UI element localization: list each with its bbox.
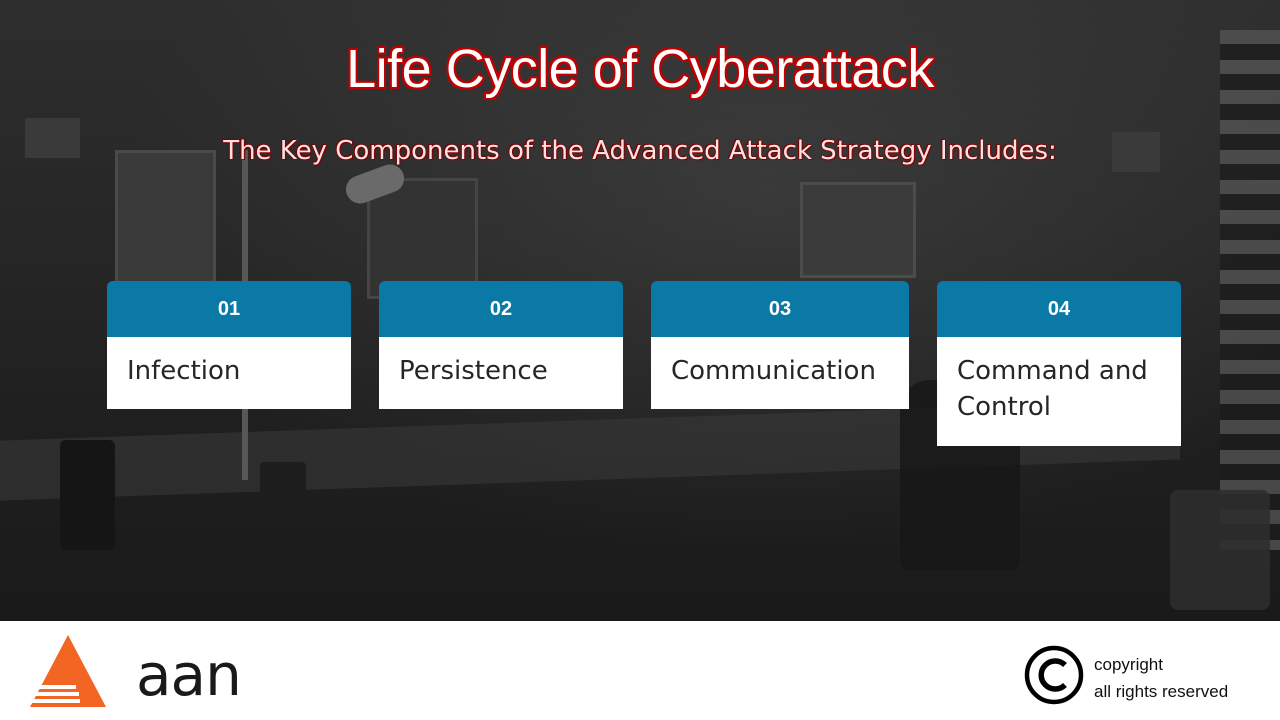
copyright-notice: copyright all rights reserved (1094, 651, 1228, 705)
background-poster (115, 150, 216, 296)
step-label: Infection (107, 337, 351, 409)
step-card-2: 02 Persistence (379, 281, 623, 409)
background-poster (800, 182, 916, 278)
step-card-4: 04 Command and Control (937, 281, 1181, 446)
slide-subtitle: The Key Components of the Advanced Attac… (223, 136, 1057, 166)
copyright-icon (1024, 645, 1084, 705)
step-number: 03 (651, 281, 909, 337)
background-window-blinds (1220, 30, 1280, 550)
background-bag (1170, 490, 1270, 610)
step-number: 02 (379, 281, 623, 337)
copyright-line: copyright (1094, 655, 1163, 674)
step-number: 01 (107, 281, 351, 337)
rights-line: all rights reserved (1094, 682, 1229, 701)
slide-background: Life Cycle of Cyberattack The Key Compon… (0, 0, 1280, 621)
step-label: Communication (651, 337, 909, 409)
background-cup (260, 462, 306, 502)
step-card-3: 03 Communication (651, 281, 909, 409)
step-label: Persistence (379, 337, 623, 409)
step-card-1: 01 Infection (107, 281, 351, 409)
logo-wordmark: aan (136, 641, 242, 709)
footer-bar: aan copyright all rights reserved (0, 621, 1280, 720)
slide-title: Life Cycle of Cyberattack (346, 39, 934, 99)
step-number: 04 (937, 281, 1181, 337)
background-bin (60, 440, 115, 550)
company-logo: aan (30, 635, 242, 709)
step-label: Command and Control (937, 337, 1181, 446)
logo-triangle-icon (30, 635, 106, 707)
